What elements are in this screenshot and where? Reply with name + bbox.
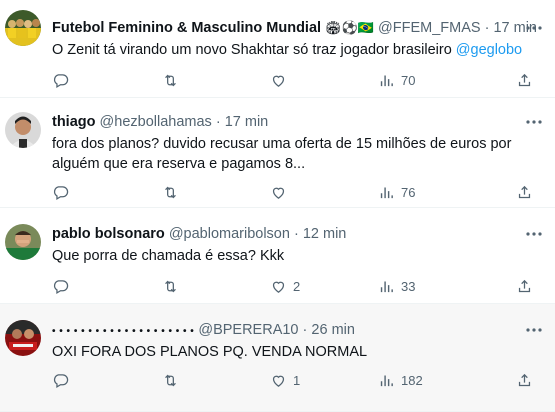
tweet-header: thiago @hezbollahamas · 17 min	[52, 112, 547, 132]
mention-link[interactable]: @geglobo	[456, 42, 522, 58]
user-handle[interactable]: @pablomaribolson	[169, 226, 290, 242]
share-button[interactable]	[516, 70, 533, 90]
views-button[interactable]: 33	[378, 276, 415, 296]
action-bar: 1 182	[52, 370, 540, 390]
like-icon	[272, 187, 285, 199]
views-button[interactable]: 76	[378, 182, 415, 202]
share-icon	[518, 185, 531, 198]
retweet-icon	[165, 74, 176, 86]
user-handle[interactable]: @hezbollahamas	[100, 114, 212, 130]
views-button[interactable]: 70	[378, 70, 415, 90]
separator-dot: ·	[293, 226, 299, 242]
tweet[interactable]: • • • • • • • • • • • • • • • • • • • • …	[0, 304, 555, 412]
view-count: 33	[401, 278, 416, 294]
retweet-button[interactable]	[162, 370, 185, 390]
more-button[interactable]	[523, 321, 545, 339]
share-button[interactable]	[516, 276, 533, 296]
timestamp[interactable]: 26 min	[311, 322, 355, 338]
separator-dot: ·	[215, 114, 221, 130]
share-icon	[518, 373, 531, 386]
like-count: 1	[293, 372, 301, 388]
like-icon	[272, 375, 285, 387]
like-button[interactable]: 2	[270, 276, 300, 296]
view-count: 182	[401, 372, 423, 388]
retweet-button[interactable]	[162, 276, 185, 296]
reply-icon	[53, 185, 69, 200]
retweet-button[interactable]	[162, 182, 185, 202]
like-count: 2	[293, 278, 301, 294]
retweet-icon	[165, 280, 176, 292]
tweet-header: pablo bolsonaro @pablomaribolson · 12 mi…	[52, 224, 547, 244]
tweet[interactable]: pablo bolsonaro @pablomaribolson · 12 mi…	[0, 208, 555, 304]
reply-button[interactable]	[52, 370, 75, 390]
timestamp[interactable]: 17 min	[225, 114, 269, 130]
tweet-text: OXI FORA DOS PLANOS PQ. VENDA NORMAL	[52, 344, 368, 360]
reply-icon	[53, 279, 69, 294]
action-bar: 76	[52, 182, 540, 202]
like-button[interactable]: 1	[270, 370, 300, 390]
display-name[interactable]: thiago	[52, 114, 96, 130]
like-icon	[272, 75, 285, 87]
retweet-icon	[165, 186, 176, 198]
avatar[interactable]	[5, 10, 41, 46]
display-name[interactable]: Futebol Feminino & Masculino Mundial	[52, 20, 321, 36]
reply-icon	[53, 373, 69, 388]
reply-icon	[53, 73, 69, 88]
action-bar: 2 33	[52, 276, 540, 296]
tweet-text: O Zenit tá virando um novo Shakhtar só t…	[52, 40, 532, 60]
views-icon	[380, 75, 393, 86]
display-name[interactable]: • • • • • • • • • • • • • • • • • • • •	[52, 326, 194, 337]
more-icon	[526, 232, 542, 236]
like-icon	[272, 281, 285, 293]
view-count: 76	[401, 184, 416, 200]
action-bar: 70	[52, 70, 540, 90]
more-icon	[526, 328, 542, 332]
views-icon	[380, 281, 393, 292]
views-icon	[380, 375, 393, 386]
more-icon	[526, 120, 542, 124]
user-handle[interactable]: @FFEM_FMAS	[378, 20, 481, 36]
like-button[interactable]	[270, 70, 293, 90]
views-icon	[380, 187, 393, 198]
share-button[interactable]	[516, 182, 533, 202]
tweet-text: fora dos planos? duvido recusar uma ofer…	[52, 136, 512, 172]
share-icon	[518, 73, 531, 86]
separator-dot: ·	[484, 20, 490, 36]
tweet-feed: Futebol Feminino & Masculino Mundial 🏟⚽🇧…	[0, 0, 555, 412]
avatar[interactable]	[5, 224, 41, 260]
retweet-button[interactable]	[162, 70, 185, 90]
tweet[interactable]: thiago @hezbollahamas · 17 min fora dos …	[0, 98, 555, 208]
display-name[interactable]: pablo bolsonaro	[52, 226, 165, 242]
share-icon	[518, 279, 531, 292]
tweet-header: • • • • • • • • • • • • • • • • • • • • …	[52, 320, 547, 340]
avatar[interactable]	[5, 112, 41, 148]
reply-button[interactable]	[52, 70, 75, 90]
view-count: 70	[401, 72, 416, 88]
reply-button[interactable]	[52, 182, 75, 202]
more-button[interactable]	[523, 19, 545, 37]
retweet-icon	[165, 374, 176, 386]
separator-dot: ·	[302, 322, 308, 338]
user-handle[interactable]: @BPERERA10	[198, 322, 298, 338]
share-button[interactable]	[516, 370, 533, 390]
tweet-text: Que porra de chamada é essa? Kkk	[52, 248, 285, 264]
avatar[interactable]	[5, 320, 41, 356]
name-emoji: 🏟⚽🇧🇷	[325, 21, 374, 36]
reply-button[interactable]	[52, 276, 75, 296]
more-button[interactable]	[523, 113, 545, 131]
views-button[interactable]: 182	[378, 370, 423, 390]
more-button[interactable]	[523, 225, 545, 243]
tweet-body: O Zenit tá virando um novo Shakhtar só t…	[52, 42, 456, 58]
timestamp[interactable]: 12 min	[303, 226, 347, 242]
more-icon	[526, 26, 542, 30]
like-button[interactable]	[270, 182, 293, 202]
tweet-header: Futebol Feminino & Masculino Mundial 🏟⚽🇧…	[52, 18, 547, 38]
tweet[interactable]: Futebol Feminino & Masculino Mundial 🏟⚽🇧…	[0, 0, 555, 98]
